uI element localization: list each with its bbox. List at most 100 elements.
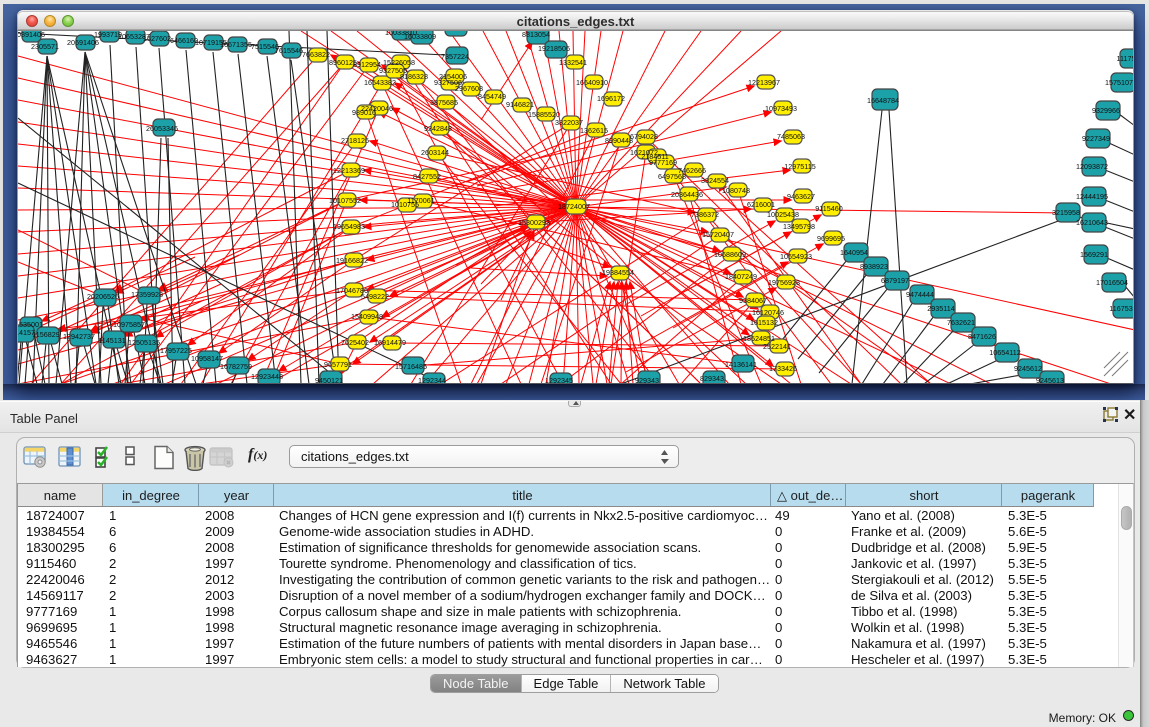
- svg-text:9384067: 9384067: [739, 296, 767, 305]
- svg-text:19218506: 19218506: [538, 44, 570, 53]
- svg-text:6466160: 6466160: [170, 36, 198, 45]
- svg-text:13495798: 13495798: [783, 222, 815, 231]
- svg-text:12975115: 12975115: [784, 162, 815, 171]
- svg-text:10688609: 10688609: [714, 250, 746, 259]
- svg-text:8938923: 8938923: [860, 262, 888, 271]
- svg-text:18724007: 18724007: [558, 202, 590, 211]
- svg-text:10973493: 10973493: [765, 104, 797, 113]
- svg-text:9245613: 9245613: [1036, 376, 1064, 384]
- svg-text:16640910: 16640910: [576, 78, 608, 87]
- svg-text:15751074: 15751074: [1105, 78, 1134, 87]
- svg-text:15300293: 15300293: [518, 218, 550, 227]
- svg-text:8454749: 8454749: [478, 92, 506, 101]
- svg-text:15716485: 15716485: [395, 362, 427, 371]
- svg-text:15409948: 15409948: [351, 312, 383, 321]
- svg-text:16033809: 16033809: [404, 32, 436, 41]
- svg-text:26053346: 26053346: [146, 124, 178, 133]
- svg-text:1167533: 1167533: [1109, 304, 1134, 313]
- svg-text:8813054: 8813054: [522, 31, 550, 39]
- svg-text:19654983: 19654983: [333, 222, 365, 231]
- svg-text:929343: 929343: [635, 376, 659, 384]
- svg-text:12942737: 12942737: [63, 332, 95, 341]
- svg-text:1569291: 1569291: [1080, 250, 1108, 259]
- svg-text:12213967: 12213967: [748, 78, 780, 87]
- svg-text:9450121: 9450121: [315, 376, 343, 384]
- svg-text:6794028: 6794028: [630, 132, 658, 141]
- svg-text:3875685: 3875685: [430, 98, 458, 107]
- svg-text:829343: 829343: [700, 374, 724, 383]
- svg-text:17957225: 17957225: [160, 346, 192, 355]
- svg-text:12923448: 12923448: [251, 372, 283, 381]
- svg-text:10654923: 10654923: [780, 252, 812, 261]
- svg-text:8813055: 8813055: [440, 31, 468, 33]
- svg-text:8427552: 8427552: [413, 172, 441, 181]
- svg-text:9699695: 9699695: [817, 234, 845, 243]
- svg-text:7625402: 7625402: [341, 338, 369, 347]
- svg-text:12093872: 12093872: [1076, 162, 1108, 171]
- svg-text:6216001: 6216001: [747, 200, 775, 209]
- svg-text:16914479: 16914479: [374, 338, 406, 347]
- svg-text:8912954: 8912954: [353, 60, 381, 69]
- svg-text:9329966: 9329966: [1092, 106, 1120, 115]
- svg-text:9227349: 9227349: [1082, 134, 1110, 143]
- svg-text:2718126: 2718126: [341, 136, 369, 145]
- svg-text:1615132: 1615132: [750, 318, 778, 327]
- svg-text:16120746: 16120746: [752, 308, 784, 317]
- svg-text:12444195: 12444195: [1076, 192, 1108, 201]
- svg-text:20206526: 20206526: [87, 292, 119, 301]
- svg-text:7357224: 7357224: [441, 52, 469, 61]
- svg-text:12213369: 12213369: [333, 166, 365, 175]
- svg-text:5498222: 5498222: [361, 292, 389, 301]
- svg-text:1527602: 1527602: [143, 34, 171, 43]
- svg-text:19166822: 19166822: [336, 256, 368, 265]
- svg-text:9474444: 9474444: [906, 290, 934, 299]
- svg-text:2603144: 2603144: [421, 148, 449, 157]
- svg-text:10958147: 10958147: [191, 354, 223, 363]
- svg-text:1696172: 1696172: [597, 94, 625, 103]
- svg-text:16648784: 16648784: [867, 96, 899, 105]
- svg-text:1010755: 1010755: [391, 200, 419, 209]
- svg-text:16543382: 16543382: [364, 78, 396, 87]
- svg-text:7462666: 7462666: [678, 166, 706, 175]
- svg-text:1640954: 1640954: [840, 248, 868, 257]
- svg-text:14136141: 14136141: [725, 360, 757, 369]
- svg-text:7386372: 7386372: [691, 210, 719, 219]
- svg-text:2305571: 2305571: [31, 42, 59, 51]
- svg-text:1292345: 1292345: [545, 376, 573, 384]
- svg-text:989016: 989016: [352, 108, 376, 117]
- svg-text:1332541: 1332541: [559, 58, 587, 67]
- svg-text:2154006: 2154006: [439, 72, 467, 81]
- svg-text:3824554: 3824554: [701, 176, 729, 185]
- svg-text:10107552: 10107552: [329, 196, 361, 205]
- svg-text:10975857: 10975857: [113, 320, 145, 329]
- svg-text:19756928: 19756928: [768, 278, 800, 287]
- svg-text:19384554: 19384554: [602, 268, 634, 277]
- svg-text:3822037: 3822037: [555, 118, 583, 127]
- svg-text:3215958: 3215958: [1052, 208, 1080, 217]
- svg-text:17359928: 17359928: [131, 290, 163, 299]
- svg-text:9146821: 9146821: [506, 100, 534, 109]
- svg-text:9657791: 9657791: [324, 360, 352, 369]
- svg-text:7485063: 7485063: [777, 132, 805, 141]
- svg-text:2935114: 2935114: [927, 304, 954, 313]
- svg-text:16782759: 16782759: [220, 362, 252, 371]
- svg-text:2522141: 2522141: [763, 342, 791, 351]
- svg-text:18407249: 18407249: [725, 272, 757, 281]
- svg-text:6879197: 6879197: [881, 276, 909, 285]
- svg-text:9463627: 9463627: [787, 192, 815, 201]
- svg-text:15720407: 15720407: [702, 230, 734, 239]
- svg-text:7663822: 7663822: [302, 50, 330, 59]
- svg-text:9115460: 9115460: [815, 204, 842, 213]
- svg-text:10025438: 10025438: [767, 210, 799, 219]
- svg-text:1292344: 1292344: [418, 376, 446, 384]
- svg-text:20364436: 20364436: [671, 190, 703, 199]
- svg-text:8990448: 8990448: [605, 136, 633, 145]
- svg-text:20891406: 20891406: [18, 31, 45, 39]
- svg-text:16671355: 16671355: [220, 40, 252, 49]
- svg-text:9245612: 9245612: [1014, 364, 1042, 373]
- svg-text:1145131: 1145131: [98, 336, 125, 345]
- svg-text:1117530: 1117530: [1117, 54, 1134, 63]
- svg-text:7632621: 7632621: [947, 318, 975, 327]
- svg-text:7615546: 7615546: [275, 46, 303, 55]
- svg-text:1156829: 1156829: [32, 330, 59, 339]
